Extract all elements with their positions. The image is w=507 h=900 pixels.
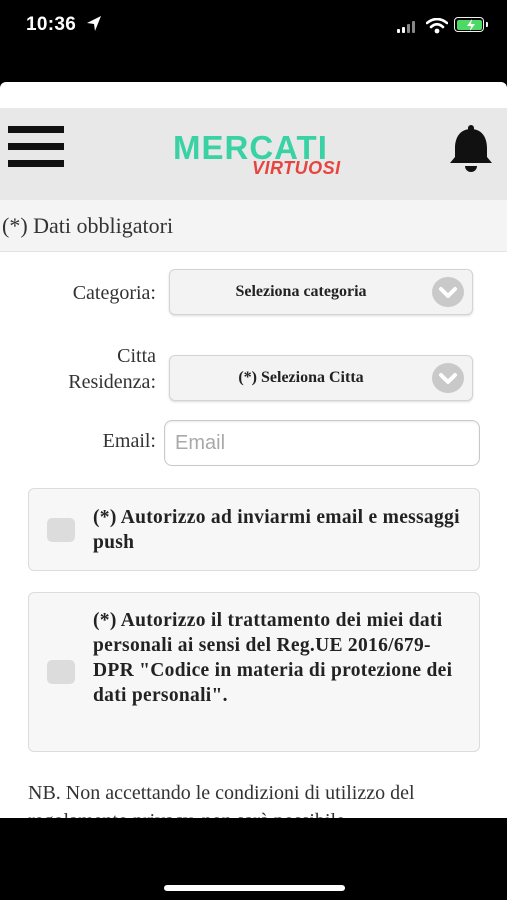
required-fields-bar: (*) Dati obbligatori <box>0 200 507 252</box>
consent-email-push-checkbox[interactable] <box>47 517 75 542</box>
chevron-down-icon <box>432 363 464 393</box>
bell-icon[interactable] <box>446 124 496 174</box>
privacy-note: NB. Non accettando le condizioni di util… <box>28 782 415 818</box>
battery-charging-icon <box>454 17 488 32</box>
consent-email-push-box[interactable]: (*) Autorizzo ad inviarmi email e messag… <box>28 488 480 571</box>
citta-label-line2: Residenza: <box>68 371 156 393</box>
citta-label: Citta Residenza: <box>30 343 156 395</box>
citta-select[interactable]: (*) Seleziona Citta <box>169 355 473 401</box>
categoria-label: Categoria: <box>72 282 156 304</box>
chevron-down-icon <box>432 277 464 307</box>
email-field[interactable] <box>164 420 480 466</box>
logo-subtitle: VIRTUOSI <box>252 158 341 178</box>
required-note: (*) Dati obbligatori <box>2 213 174 238</box>
citta-label-line1: Citta <box>117 345 156 367</box>
status-bar: 10:36 <box>0 0 507 55</box>
consent-privacy-text: (*) Autorizzo il trattamento dei miei da… <box>93 610 453 706</box>
app-header: MERCATI VIRTUOSI <box>0 108 507 200</box>
email-label: Email: <box>102 430 156 452</box>
app-screen: MERCATI VIRTUOSI (*) Dati obbligatori Ca… <box>0 82 507 818</box>
wifi-icon <box>426 18 448 34</box>
home-indicator[interactable] <box>164 885 345 891</box>
consent-email-push-text: (*) Autorizzo ad inviarmi email e messag… <box>93 507 460 553</box>
consent-privacy-box[interactable]: (*) Autorizzo il trattamento dei miei da… <box>28 592 480 752</box>
status-time: 10:36 <box>26 14 77 35</box>
hamburger-menu-icon[interactable] <box>8 126 64 168</box>
consent-privacy-checkbox[interactable] <box>47 660 75 684</box>
email-input[interactable] <box>165 421 479 465</box>
categoria-select[interactable]: Seleziona categoria <box>169 269 473 315</box>
citta-select-value: (*) Seleziona Citta <box>238 369 364 386</box>
location-arrow-icon <box>87 16 101 31</box>
categoria-select-value: Seleziona categoria <box>235 283 367 300</box>
